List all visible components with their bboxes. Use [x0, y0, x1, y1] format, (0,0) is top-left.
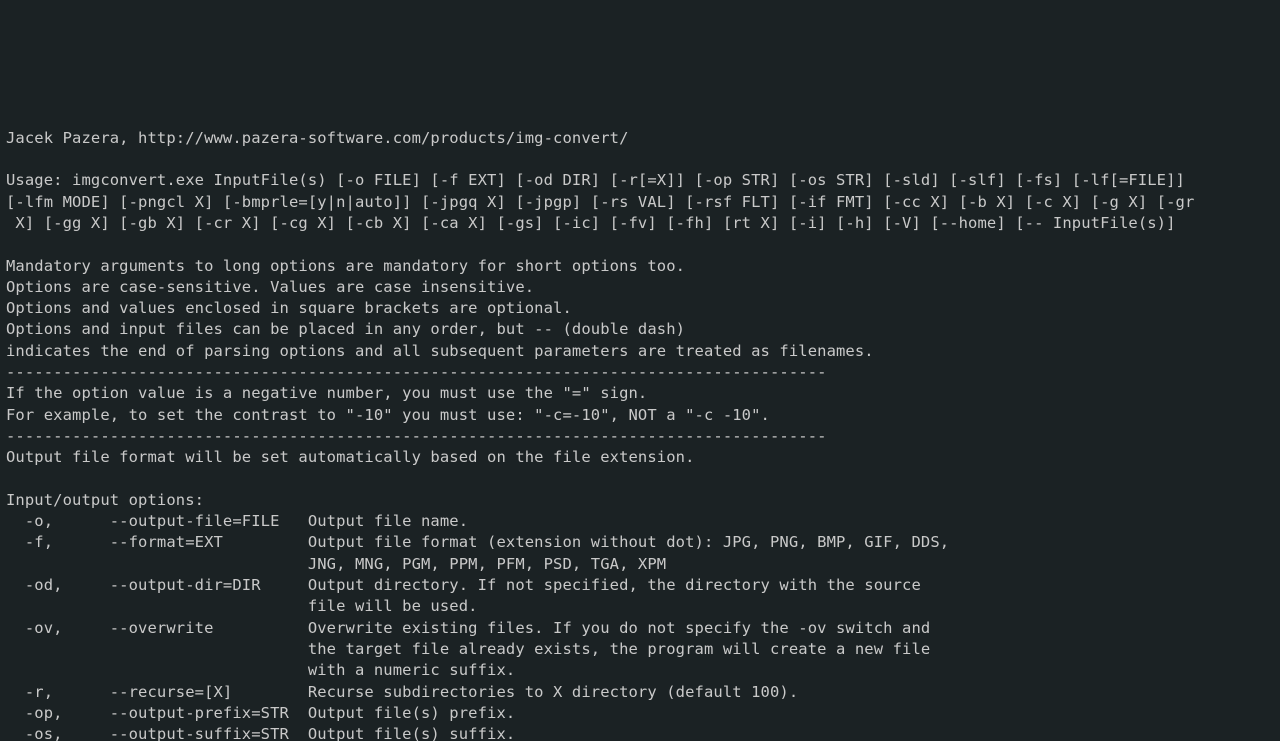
author-line: Jacek Pazera, http://www.pazera-software…: [6, 129, 629, 147]
opt-output-prefix: -op, --output-prefix=STR Output file(s) …: [6, 704, 515, 722]
opt-overwrite-cont2: with a numeric suffix.: [6, 661, 515, 679]
note-any-order: Options and input files can be placed in…: [6, 320, 685, 338]
note-auto-format: Output file format will be set automatic…: [6, 448, 695, 466]
section-title-io-options: Input/output options:: [6, 491, 204, 509]
opt-output-suffix: -os, --output-suffix=STR Output file(s) …: [6, 725, 515, 741]
opt-recurse: -r, --recurse=[X] Recurse subdirectories…: [6, 683, 798, 701]
note-case-sensitive: Options are case-sensitive. Values are c…: [6, 278, 534, 296]
note-double-dash: indicates the end of parsing options and…: [6, 342, 874, 360]
note-mandatory-args: Mandatory arguments to long options are …: [6, 257, 685, 275]
opt-overwrite: -ov, --overwrite Overwrite existing file…: [6, 619, 930, 637]
usage-line-2: [-lfm MODE] [-pngcl X] [-bmprle=[y|n|aut…: [6, 193, 1194, 211]
divider-rule: ----------------------------------------…: [6, 427, 827, 445]
note-negative-equals: If the option value is a negative number…: [6, 384, 647, 402]
note-contrast-example: For example, to set the contrast to "-10…: [6, 406, 770, 424]
opt-format: -f, --format=EXT Output file format (ext…: [6, 533, 949, 551]
opt-output-dir: -od, --output-dir=DIR Output directory. …: [6, 576, 921, 594]
opt-overwrite-cont: the target file already exists, the prog…: [6, 640, 930, 658]
usage-line-1: Usage: imgconvert.exe InputFile(s) [-o F…: [6, 171, 1185, 189]
opt-output-dir-cont: file will be used.: [6, 597, 478, 615]
opt-format-cont: JNG, MNG, PGM, PPM, PFM, PSD, TGA, XPM: [6, 555, 666, 573]
opt-output-file: -o, --output-file=FILE Output file name.: [6, 512, 468, 530]
terminal-output: Jacek Pazera, http://www.pazera-software…: [0, 106, 1280, 741]
note-brackets-optional: Options and values enclosed in square br…: [6, 299, 572, 317]
divider-rule: ----------------------------------------…: [6, 363, 827, 381]
usage-line-3: X] [-gg X] [-gb X] [-cr X] [-cg X] [-cb …: [6, 214, 1176, 232]
